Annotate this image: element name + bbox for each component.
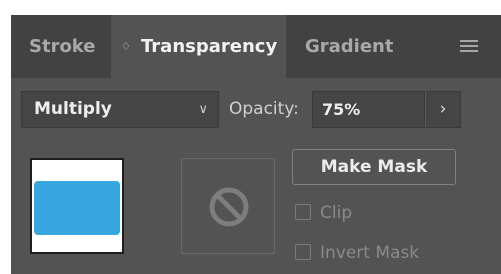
hamburger-menu-icon <box>460 40 478 42</box>
invert-mask-label: Invert Mask <box>320 243 420 263</box>
tab-gradient-label: Gradient <box>305 36 394 57</box>
chevron-right-icon: › <box>439 99 447 119</box>
make-mask-button[interactable]: Make Mask <box>292 149 456 185</box>
blend-mode-select[interactable]: Multiply ∨ <box>21 91 219 128</box>
tab-gradient[interactable]: Gradient <box>286 15 396 78</box>
transparency-panel: Stroke ♢ Transparency Gradient Multiply ∨… <box>11 15 501 274</box>
invert-mask-checkbox[interactable] <box>295 244 311 260</box>
tab-stroke-label: Stroke <box>29 36 96 57</box>
opacity-slider-toggle[interactable]: › <box>425 91 461 128</box>
panel-tab-bar: Stroke ♢ Transparency Gradient <box>11 15 501 78</box>
chevron-down-icon: ∨ <box>198 102 208 117</box>
mask-thumbnail[interactable] <box>181 158 275 254</box>
clip-checkbox[interactable] <box>295 204 311 220</box>
opacity-label: Opacity: <box>229 99 299 119</box>
blend-mode-value: Multiply <box>34 99 112 119</box>
clip-label: Clip <box>320 203 353 223</box>
clip-option[interactable]: Clip <box>295 201 352 225</box>
no-mask-icon <box>209 187 249 227</box>
opacity-input[interactable]: 75% <box>312 91 425 128</box>
invert-mask-option[interactable]: Invert Mask <box>295 241 419 265</box>
tab-stroke[interactable]: Stroke <box>11 15 111 78</box>
tab-transparency-label: Transparency <box>141 36 278 57</box>
tab-options-arrows-icon[interactable]: ♢ <box>121 15 135 78</box>
artwork-thumbnail[interactable] <box>30 158 124 254</box>
tab-transparency[interactable]: ♢ Transparency <box>111 15 286 78</box>
artwork-preview-shape <box>34 181 120 235</box>
panel-menu-button[interactable] <box>460 38 480 54</box>
